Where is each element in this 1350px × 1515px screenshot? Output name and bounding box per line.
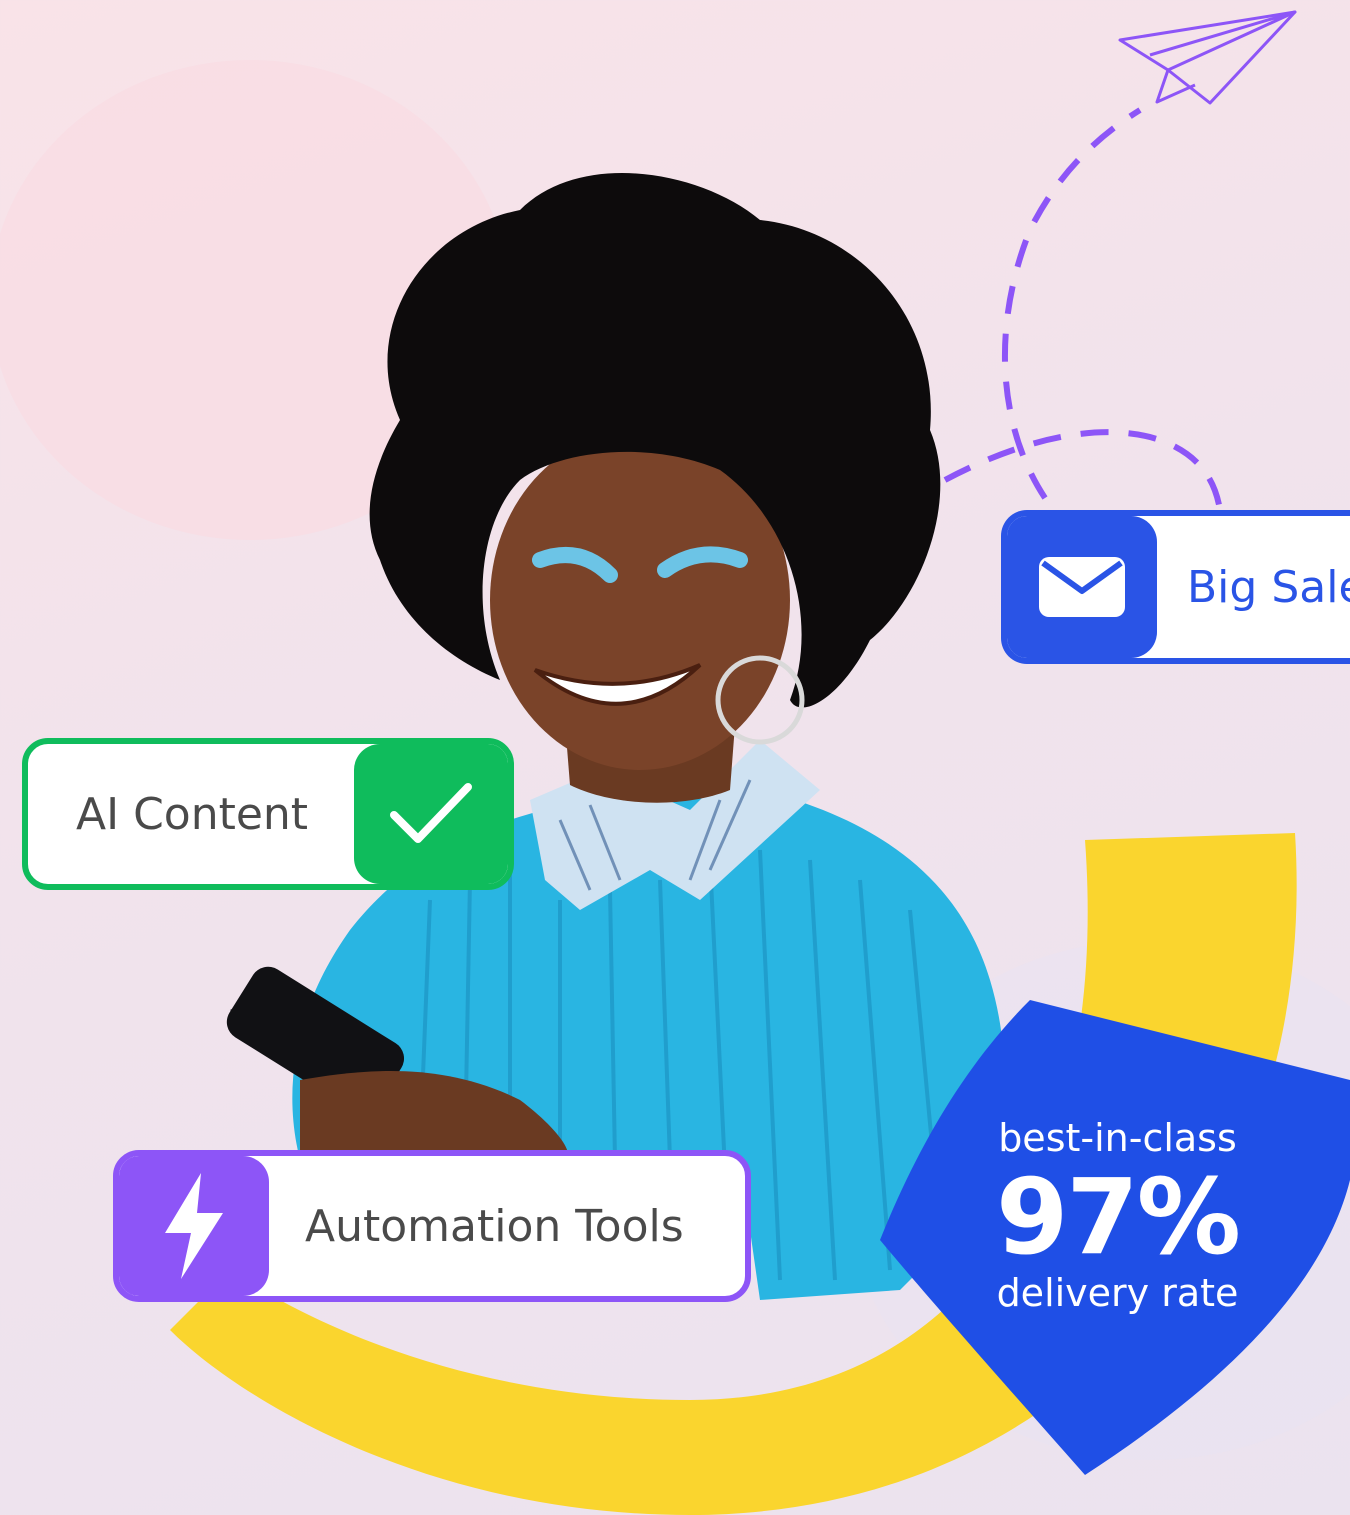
automation-tools-badge: Automation Tools: [113, 1150, 751, 1302]
stat-caption-bottom: delivery rate: [996, 1271, 1239, 1315]
automation-tools-label: Automation Tools: [305, 1200, 684, 1252]
flight-path: [1001, 107, 1142, 500]
ai-content-label: AI Content: [76, 788, 309, 840]
stat-value: 97%: [996, 1156, 1241, 1278]
lightning-icon: [119, 1156, 269, 1296]
email-subject-label: Big Sale: [1187, 561, 1350, 613]
stat-caption-top: best-in-class: [998, 1116, 1237, 1160]
paper-plane-icon: [1118, 10, 1297, 105]
check-icon: [354, 744, 508, 884]
ai-content-badge: AI Content: [22, 738, 514, 890]
envelope-icon: [1007, 516, 1157, 658]
delivery-rate-stat: best-in-class 97% delivery rate: [960, 1115, 1275, 1313]
email-badge: Big Sale: [1001, 510, 1350, 664]
